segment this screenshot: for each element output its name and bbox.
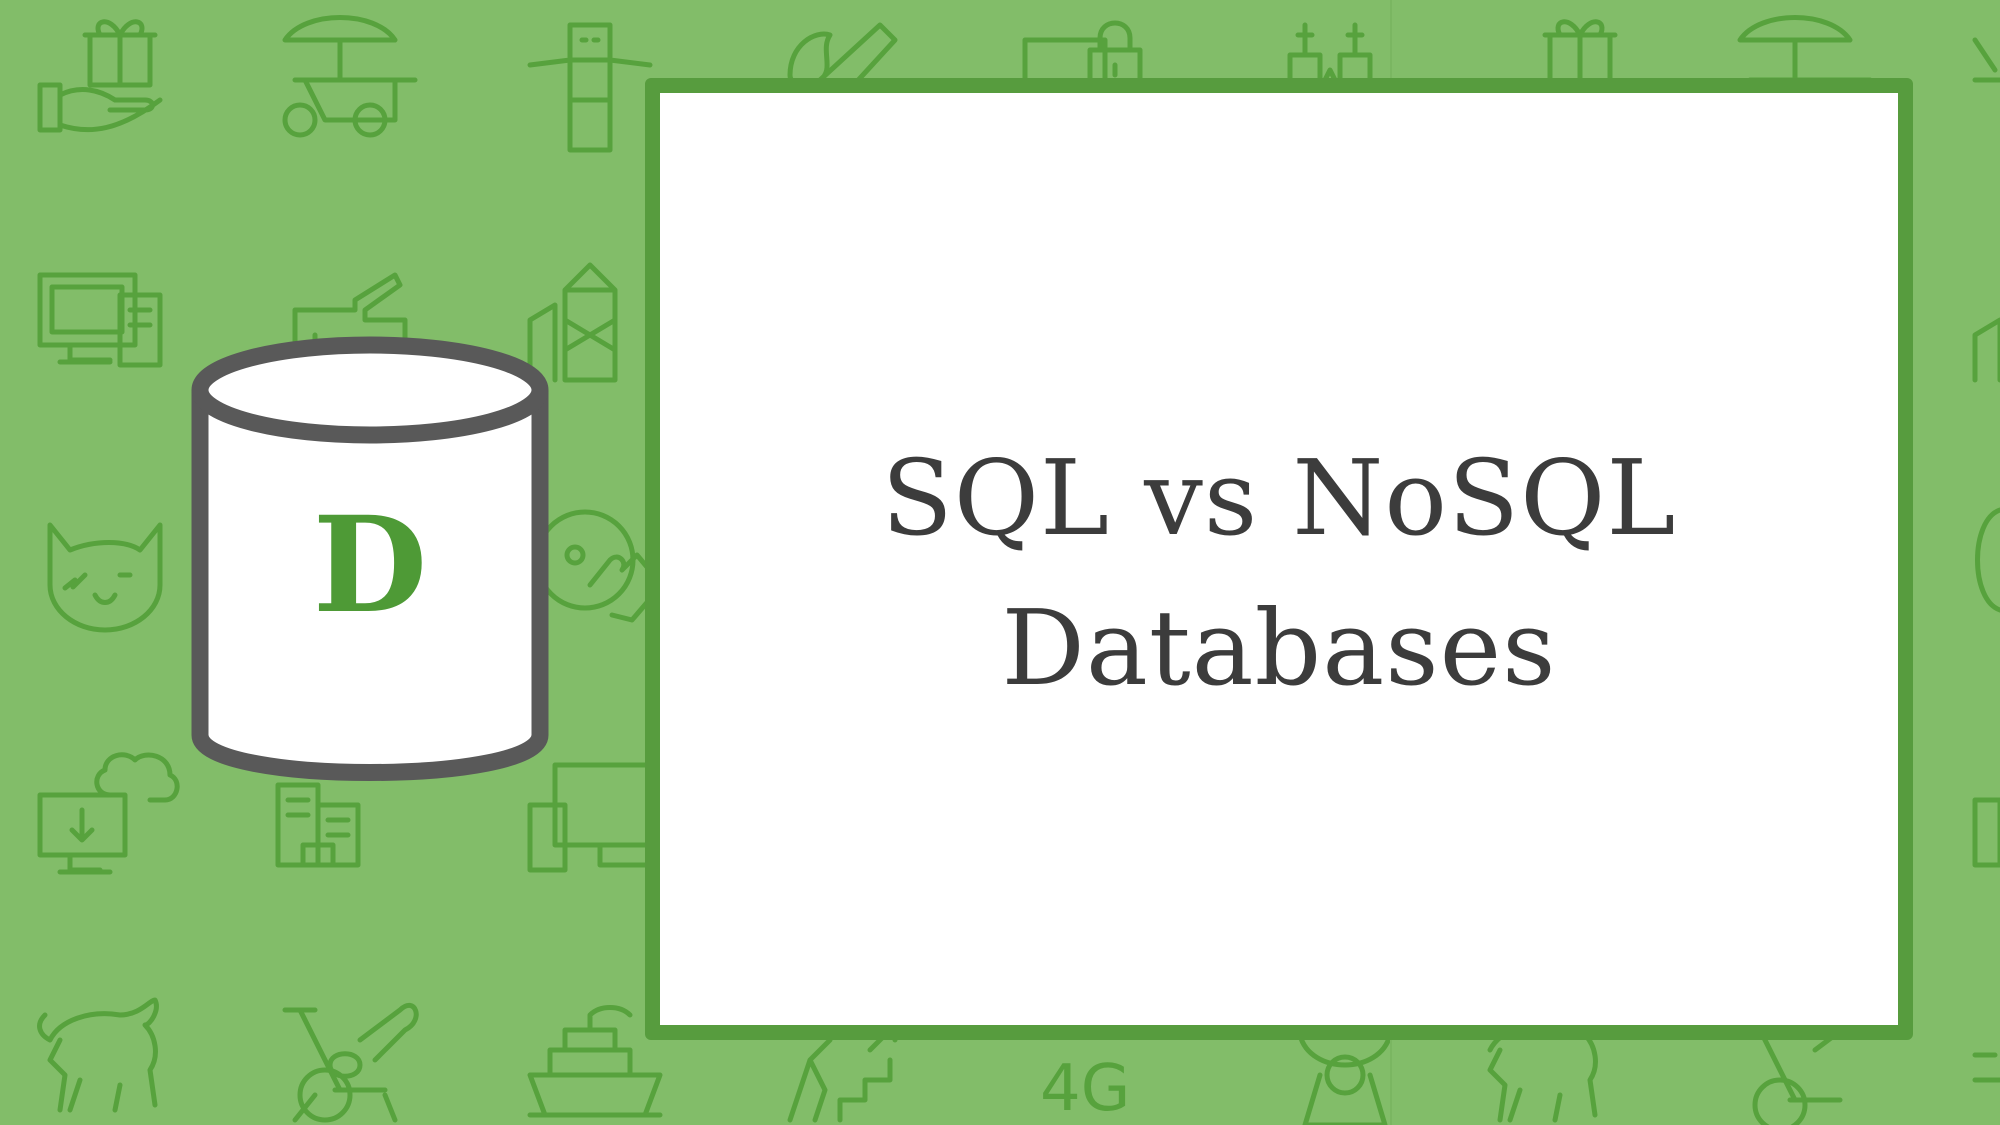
devices-icon bbox=[1972, 797, 2000, 868]
exercise-bike-icon bbox=[282, 1002, 419, 1123]
food-cart-icon bbox=[1737, 15, 1873, 83]
database-letter: D bbox=[312, 488, 428, 643]
gift-in-hand-icon bbox=[37, 19, 163, 133]
food-cart-icon bbox=[282, 15, 418, 138]
page-title: SQL vs NoSQL Databases bbox=[660, 423, 1898, 723]
disc-icon bbox=[1975, 507, 2000, 613]
ship-icon bbox=[527, 1005, 663, 1118]
network-4g-label: 4G bbox=[1040, 1052, 1130, 1125]
cat-face-icon bbox=[47, 522, 163, 633]
partial-icon bbox=[1972, 37, 2000, 83]
title-line-1: SQL vs NoSQL bbox=[881, 437, 1677, 559]
computer-devices-icon bbox=[37, 272, 163, 368]
bull-icon bbox=[37, 997, 159, 1113]
thumbnail-canvas: 4G D SQL vs NoSQL Databases bbox=[0, 0, 2000, 1125]
ship-icon bbox=[1972, 1052, 2000, 1083]
totem-icon bbox=[527, 22, 653, 153]
skyscrapers-icon bbox=[1972, 317, 2000, 383]
title-card: SQL vs NoSQL Databases bbox=[645, 78, 1913, 1040]
title-line-2: Databases bbox=[1001, 587, 1557, 709]
disc-hand-icon bbox=[534, 509, 665, 623]
cloud-download-icon bbox=[37, 752, 180, 875]
bag-icon bbox=[1297, 1032, 1393, 1125]
gift-in-hand-icon bbox=[1542, 19, 1618, 88]
